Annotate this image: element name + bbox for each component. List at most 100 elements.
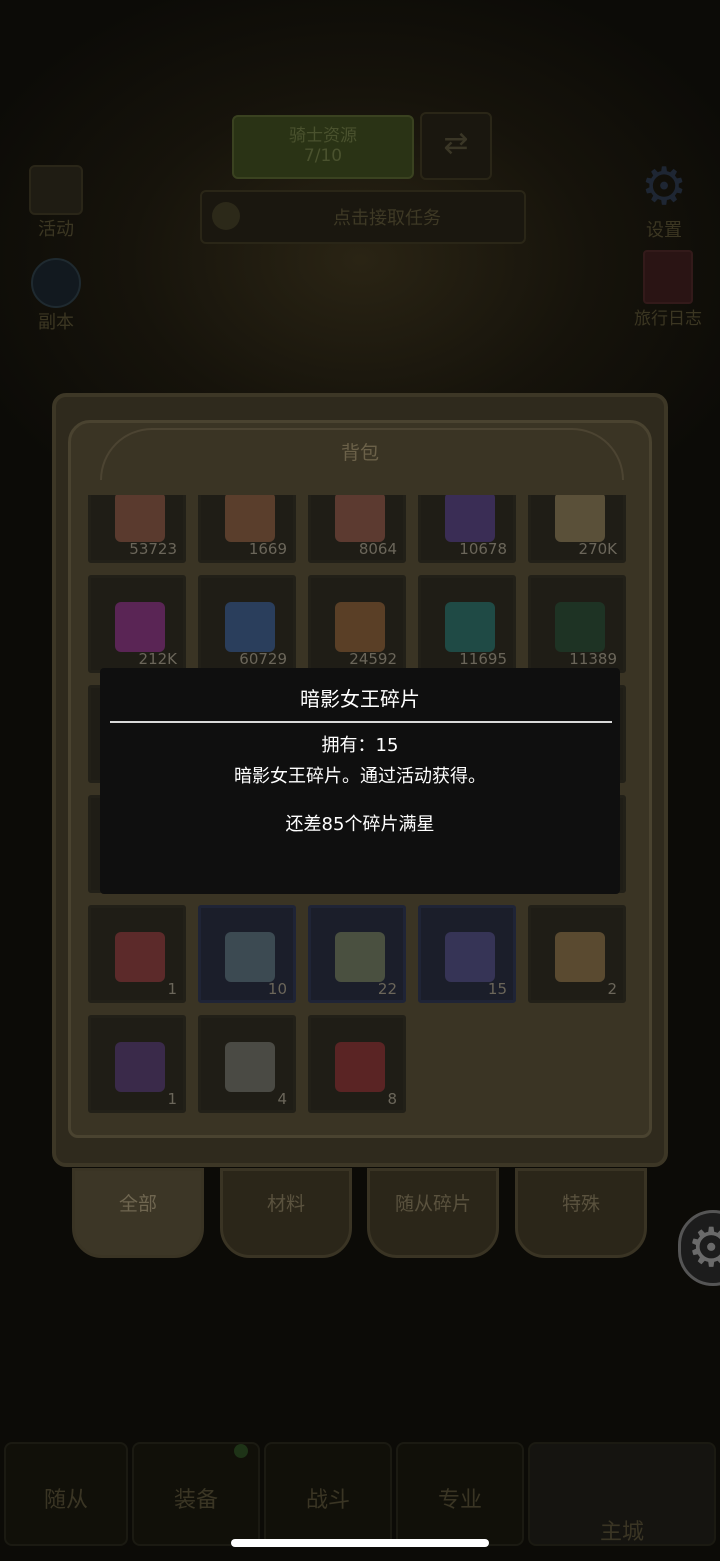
- item-slot[interactable]: 212K: [88, 575, 186, 673]
- item-icon: [115, 932, 165, 982]
- task-icon: [212, 202, 240, 230]
- item-count: 53723: [129, 540, 177, 558]
- item-slot[interactable]: 1: [88, 905, 186, 1003]
- item-slot[interactable]: 11389: [528, 575, 626, 673]
- tab-all[interactable]: 全部: [72, 1168, 204, 1258]
- tooltip-description: 暗影女王碎片。通过活动获得。: [234, 766, 486, 787]
- book-icon: [643, 250, 693, 304]
- home-indicator[interactable]: [231, 1539, 489, 1547]
- item-icon: [335, 602, 385, 652]
- item-count: 10678: [459, 540, 507, 558]
- item-icon: [555, 495, 605, 542]
- item-slot[interactable]: 24592: [308, 575, 406, 673]
- item-count: 1: [167, 1090, 177, 1108]
- resource-button[interactable]: 骑士资源 7/10: [232, 115, 414, 179]
- tab-follower-shards[interactable]: 随从碎片: [367, 1168, 499, 1258]
- activity-button[interactable]: 活动: [14, 165, 98, 245]
- task-bar-label: 点击接取任务: [333, 208, 441, 229]
- resource-label: 骑士资源: [289, 126, 357, 146]
- dungeon-label: 副本: [38, 312, 74, 333]
- item-count: 4: [277, 1090, 287, 1108]
- item-count: 22: [377, 980, 397, 998]
- item-icon: [335, 495, 385, 542]
- bag-title: 背包: [340, 442, 379, 464]
- item-slot[interactable]: 8064: [308, 495, 406, 563]
- nav-followers[interactable]: 随从: [4, 1442, 128, 1546]
- refresh-icon: ⇄: [443, 126, 469, 161]
- activity-label: 活动: [38, 219, 74, 240]
- item-icon: [555, 602, 605, 652]
- tooltip-owned-value: 15: [375, 735, 399, 756]
- item-icon: [115, 602, 165, 652]
- gear-icon: ⚙: [640, 157, 688, 217]
- item-icon: [225, 495, 275, 542]
- item-slot[interactable]: 15: [418, 905, 516, 1003]
- item-slot[interactable]: 10: [198, 905, 296, 1003]
- nav-followers-label: 随从: [43, 1488, 88, 1513]
- tab-special-label: 特殊: [561, 1193, 600, 1215]
- nav-profession-label: 专业: [437, 1488, 482, 1513]
- travel-log-label: 旅行日志: [634, 309, 702, 329]
- item-count: 11695: [459, 650, 507, 668]
- item-icon: [225, 932, 275, 982]
- settings-button[interactable]: ⚙ 设置: [624, 158, 704, 242]
- item-count: 8: [387, 1090, 397, 1108]
- gear-icon: ⚙: [687, 1216, 720, 1279]
- item-slot[interactable]: 1: [88, 1015, 186, 1113]
- nav-main-city-label: 主城: [599, 1520, 644, 1545]
- item-icon: [445, 932, 495, 982]
- tooltip-star-hint: 还差85个碎片满星: [285, 814, 435, 835]
- tooltip-divider: [110, 721, 612, 723]
- item-slot[interactable]: 4: [198, 1015, 296, 1113]
- item-count: 212K: [138, 650, 177, 668]
- item-slot[interactable]: 2: [528, 905, 626, 1003]
- notification-dot: [234, 1444, 248, 1458]
- tooltip-owned: 拥有：15: [100, 731, 620, 757]
- portal-icon: [31, 258, 81, 308]
- item-count: 1669: [248, 540, 287, 558]
- travel-log-button[interactable]: 旅行日志: [620, 250, 716, 334]
- refresh-button[interactable]: ⇄: [420, 112, 492, 180]
- item-slot[interactable]: 11695: [418, 575, 516, 673]
- item-count: 270K: [578, 540, 617, 558]
- item-icon: [555, 932, 605, 982]
- tooltip-owned-label: 拥有：: [321, 735, 376, 756]
- tab-all-label: 全部: [118, 1193, 157, 1215]
- item-slot[interactable]: 1669: [198, 495, 296, 563]
- task-bar[interactable]: 点击接取任务: [200, 190, 526, 244]
- item-count: 10: [267, 980, 287, 998]
- item-icon: [445, 495, 495, 542]
- item-count: 8064: [358, 540, 397, 558]
- nav-main-city[interactable]: 主城: [528, 1442, 716, 1546]
- item-count: 15: [487, 980, 507, 998]
- nav-battle[interactable]: 战斗: [264, 1442, 392, 1546]
- nav-battle-label: 战斗: [305, 1488, 350, 1513]
- item-icon: [225, 602, 275, 652]
- item-slot[interactable]: 60729: [198, 575, 296, 673]
- resource-value: 7/10: [303, 146, 343, 166]
- tab-materials[interactable]: 材料: [220, 1168, 352, 1258]
- settings-label: 设置: [646, 220, 682, 241]
- item-slot[interactable]: 8: [308, 1015, 406, 1113]
- item-icon: [335, 1042, 385, 1092]
- item-count: 24592: [349, 650, 397, 668]
- scroll-icon: [29, 165, 83, 215]
- item-count: 11389: [569, 650, 617, 668]
- tab-materials-label: 材料: [266, 1193, 305, 1215]
- item-slot[interactable]: 53723: [88, 495, 186, 563]
- item-slot[interactable]: 22: [308, 905, 406, 1003]
- item-icon: [225, 1042, 275, 1092]
- nav-profession[interactable]: 专业: [396, 1442, 524, 1546]
- tab-special[interactable]: 特殊: [515, 1168, 647, 1258]
- tab-follower-shards-label: 随从碎片: [394, 1193, 471, 1215]
- item-slot[interactable]: 270K: [528, 495, 626, 563]
- tooltip-title: 暗影女王碎片: [300, 687, 420, 711]
- item-icon: [115, 1042, 165, 1092]
- nav-equipment-label: 装备: [173, 1488, 218, 1513]
- dungeon-button[interactable]: 副本: [14, 258, 98, 338]
- item-count: 1: [167, 980, 177, 998]
- item-icon: [445, 602, 495, 652]
- item-count: 2: [607, 980, 617, 998]
- item-icon: [115, 495, 165, 542]
- item-slot[interactable]: 10678: [418, 495, 516, 563]
